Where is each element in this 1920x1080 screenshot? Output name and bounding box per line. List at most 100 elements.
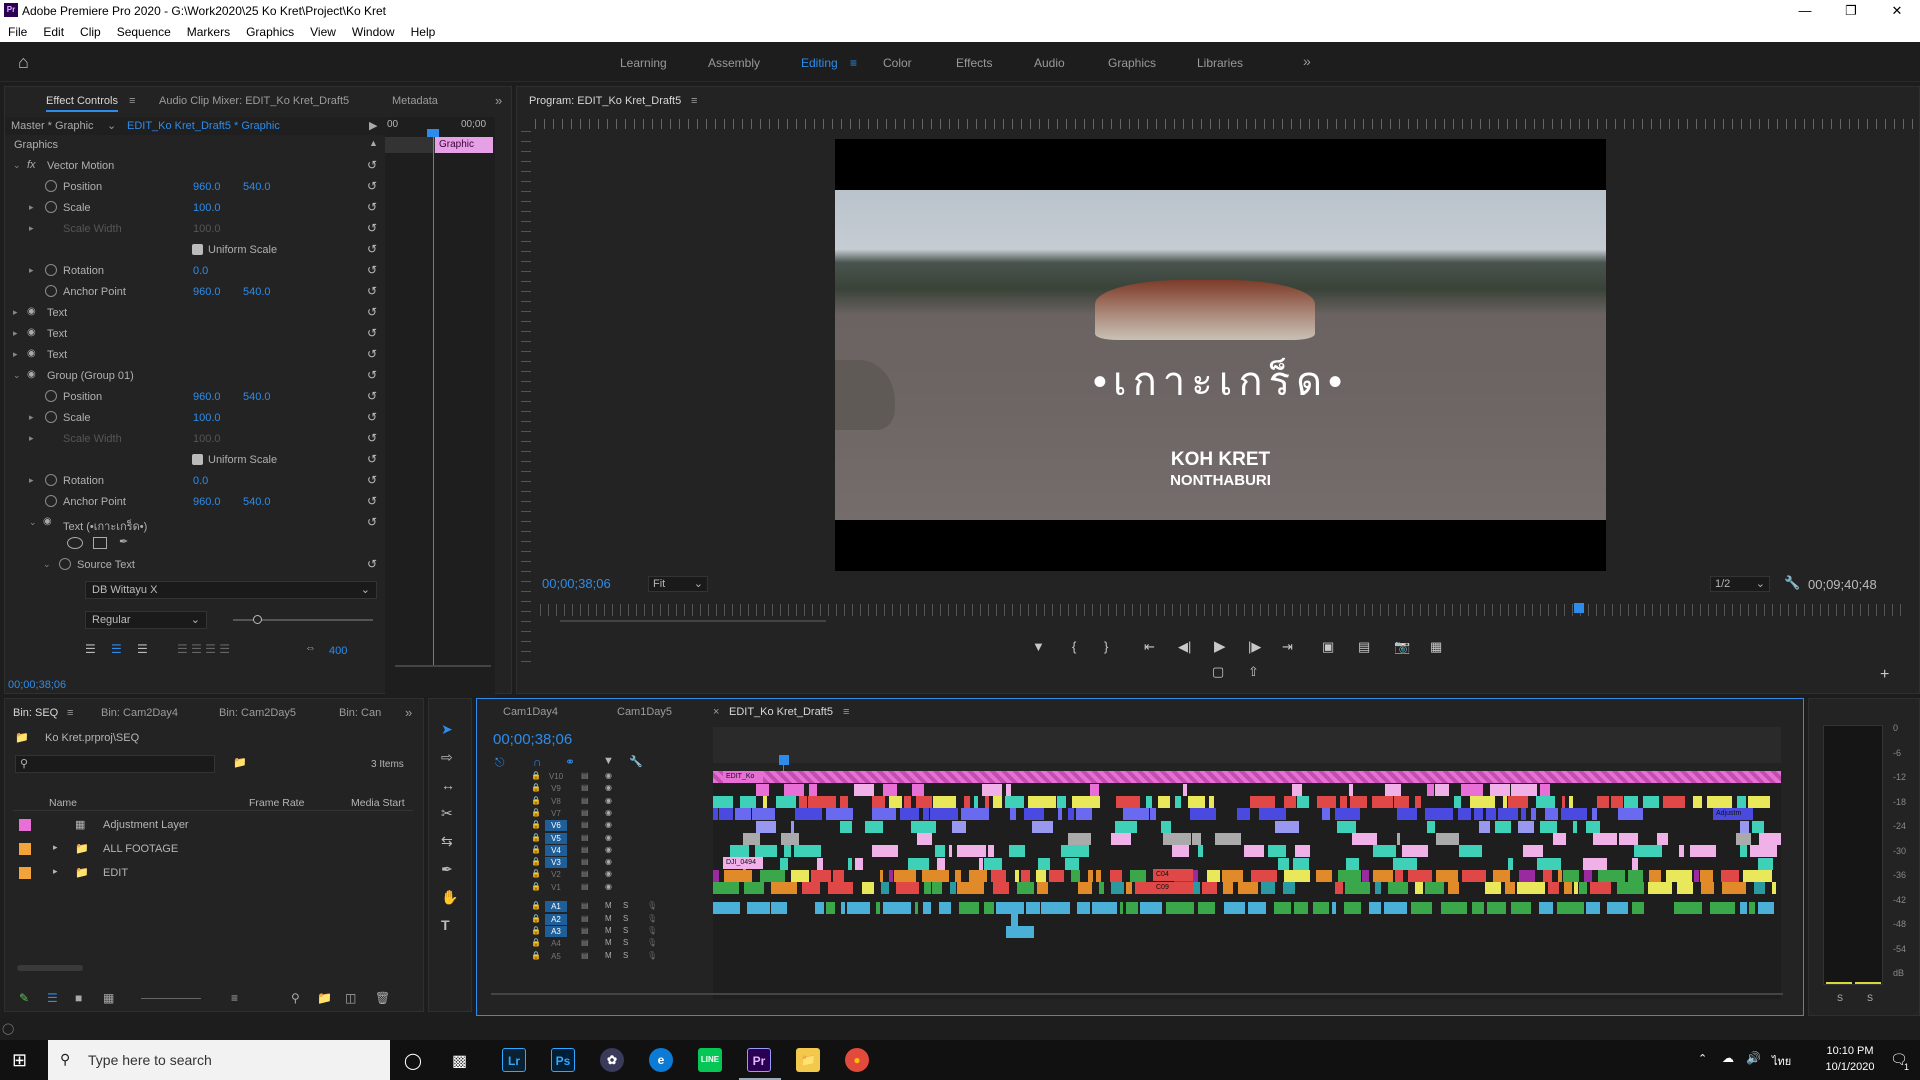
- timeline-clip[interactable]: [1209, 796, 1216, 809]
- menu-sequence[interactable]: Sequence: [109, 22, 179, 42]
- timeline-clip[interactable]: [1010, 914, 1019, 927]
- timeline-clip[interactable]: [1410, 901, 1433, 914]
- timeline-clip[interactable]: [910, 820, 938, 833]
- timeline-clip[interactable]: [938, 901, 953, 914]
- task-view-icon[interactable]: ▩: [452, 1051, 467, 1071]
- timeline-clip[interactable]: [1005, 926, 1035, 939]
- new-search-bin-icon[interactable]: 📁: [233, 756, 247, 769]
- eye-icon[interactable]: ◉: [605, 771, 612, 780]
- timeline-clip[interactable]: [1490, 783, 1511, 796]
- timeline-clip[interactable]: [1067, 808, 1075, 821]
- lightroom-icon[interactable]: Lr: [502, 1048, 526, 1072]
- workspace-audio[interactable]: Audio: [1034, 56, 1065, 70]
- timeline-clip[interactable]: [1657, 833, 1669, 845]
- mute-button[interactable]: M: [605, 914, 612, 923]
- track-target-v5[interactable]: V5: [545, 832, 567, 844]
- timeline-zoom-scrollbar[interactable]: [491, 993, 1783, 995]
- timeline-clip[interactable]: [755, 845, 779, 858]
- timeline-clip[interactable]: [1188, 796, 1206, 809]
- panel-overflow-icon[interactable]: »: [495, 93, 502, 108]
- anchor-point-row[interactable]: Anchor Point 960.0 540.0 ↺: [5, 282, 385, 303]
- track-target-v4[interactable]: V4: [545, 844, 567, 856]
- track-header-v8[interactable]: 🔒 V8 ▤ ◉: [477, 796, 713, 808]
- timeline-clip[interactable]: [1674, 901, 1704, 914]
- timeline-clip[interactable]: [1197, 845, 1205, 858]
- timeline-clip[interactable]: [1321, 808, 1331, 821]
- group-position-row[interactable]: Position 960.0 540.0 ↺: [5, 387, 385, 408]
- timeline-settings-icon[interactable]: 🔧: [629, 755, 643, 768]
- lift-icon[interactable]: ▣: [1322, 639, 1334, 655]
- timeline-clip[interactable]: [1071, 796, 1101, 809]
- timeline-clip[interactable]: [1202, 882, 1219, 895]
- stopwatch-icon[interactable]: [59, 558, 71, 570]
- timeline-clip[interactable]: [915, 901, 920, 914]
- timeline-clip[interactable]: [1099, 882, 1106, 895]
- voiceover-mic-icon[interactable]: 🎙: [647, 926, 657, 935]
- timeline-clip[interactable]: [1268, 845, 1288, 858]
- reset-icon[interactable]: ↺: [367, 263, 377, 277]
- tab-edit-sequence[interactable]: EDIT_Ko Kret_Draft5: [729, 706, 833, 718]
- tab-audio-clip-mixer[interactable]: Audio Clip Mixer: EDIT_Ko Kret_Draft5: [159, 95, 349, 107]
- timeline-clip[interactable]: [879, 869, 885, 882]
- timeline-clip[interactable]: [847, 857, 854, 870]
- timeline-clip[interactable]: [854, 857, 864, 870]
- timeline-clip[interactable]: [985, 796, 991, 809]
- timeline-timecode[interactable]: 00;00;38;06: [493, 731, 572, 748]
- reset-icon[interactable]: ↺: [367, 179, 377, 193]
- timeline-clip[interactable]: [1198, 901, 1217, 914]
- timeline-clip[interactable]: [853, 783, 875, 796]
- stopwatch-icon[interactable]: [45, 474, 57, 486]
- timeline-clip[interactable]: [1539, 783, 1552, 796]
- timeline-clip[interactable]: [1478, 820, 1491, 833]
- compare-view-icon[interactable]: ▦: [1430, 639, 1442, 655]
- workspace-effects[interactable]: Effects: [956, 56, 992, 70]
- timeline-clip[interactable]: [1340, 796, 1349, 809]
- align-center-icon[interactable]: ☰: [111, 642, 122, 656]
- timeline-clip[interactable]: [1237, 882, 1260, 895]
- eye-icon[interactable]: ◉: [605, 783, 612, 792]
- timeline-clip[interactable]: [1589, 882, 1613, 895]
- track-select-tool-icon[interactable]: ⇨: [441, 749, 453, 766]
- tab-bin-cam2day5[interactable]: Bin: Cam2Day5: [219, 707, 296, 719]
- timeline-clip[interactable]: [1751, 820, 1765, 833]
- timeline-clip[interactable]: [883, 901, 912, 914]
- track-target-v6[interactable]: V6: [545, 820, 567, 832]
- new-bin-icon[interactable]: 📁: [317, 991, 332, 1005]
- timeline-clip[interactable]: [1540, 820, 1559, 833]
- sync-lock-icon[interactable]: ▤: [581, 796, 589, 805]
- track-header-v2[interactable]: 🔒 V2 ▤ ◉: [477, 869, 713, 881]
- timeline-clip[interactable]: [1273, 901, 1292, 914]
- track-header-a3[interactable]: 🔒 A3 ▤ M S 🎙: [477, 925, 713, 938]
- timeline-clip[interactable]: [1753, 882, 1766, 895]
- timeline-clip[interactable]: [1633, 845, 1663, 858]
- timeline-clip[interactable]: [1473, 808, 1485, 821]
- col-media-start[interactable]: Media Start: [351, 797, 405, 809]
- timeline-clip[interactable]: [1631, 901, 1645, 914]
- timeline-clip[interactable]: [995, 901, 1025, 914]
- timeline-clip[interactable]: [1531, 808, 1538, 821]
- timeline-clip[interactable]: [948, 845, 954, 858]
- timeline-clip[interactable]: [1070, 869, 1081, 882]
- timeline-clip[interactable]: [1721, 882, 1748, 895]
- timeline-clip[interactable]: [992, 796, 1003, 809]
- panel-overflow-icon[interactable]: »: [405, 705, 412, 720]
- timeline-clip[interactable]: [968, 869, 988, 882]
- timeline-clip[interactable]: [1563, 882, 1573, 895]
- lock-icon[interactable]: 🔒: [531, 820, 541, 829]
- timeline-clip[interactable]: [957, 845, 987, 858]
- timeline-clip[interactable]: [1089, 783, 1101, 796]
- clock-date[interactable]: 10/1/2020: [1820, 1061, 1880, 1073]
- timeline-clip[interactable]: [1385, 783, 1403, 796]
- timeline-clip[interactable]: [1183, 783, 1188, 796]
- sync-lock-icon[interactable]: ▤: [581, 845, 589, 854]
- menu-graphics[interactable]: Graphics: [238, 22, 302, 42]
- timeline-clip[interactable]: [1648, 869, 1663, 882]
- reset-icon[interactable]: ↺: [367, 158, 377, 172]
- timeline-clip[interactable]: [810, 869, 832, 882]
- timeline-clip[interactable]: [1424, 808, 1455, 821]
- timeline-clip-labeled[interactable]: C09: [1153, 881, 1193, 894]
- timeline-clip[interactable]: [1175, 796, 1183, 809]
- workspace-color[interactable]: Color: [883, 56, 912, 70]
- timeline-clip[interactable]: [1458, 845, 1484, 858]
- timeline-clip[interactable]: [1395, 869, 1404, 882]
